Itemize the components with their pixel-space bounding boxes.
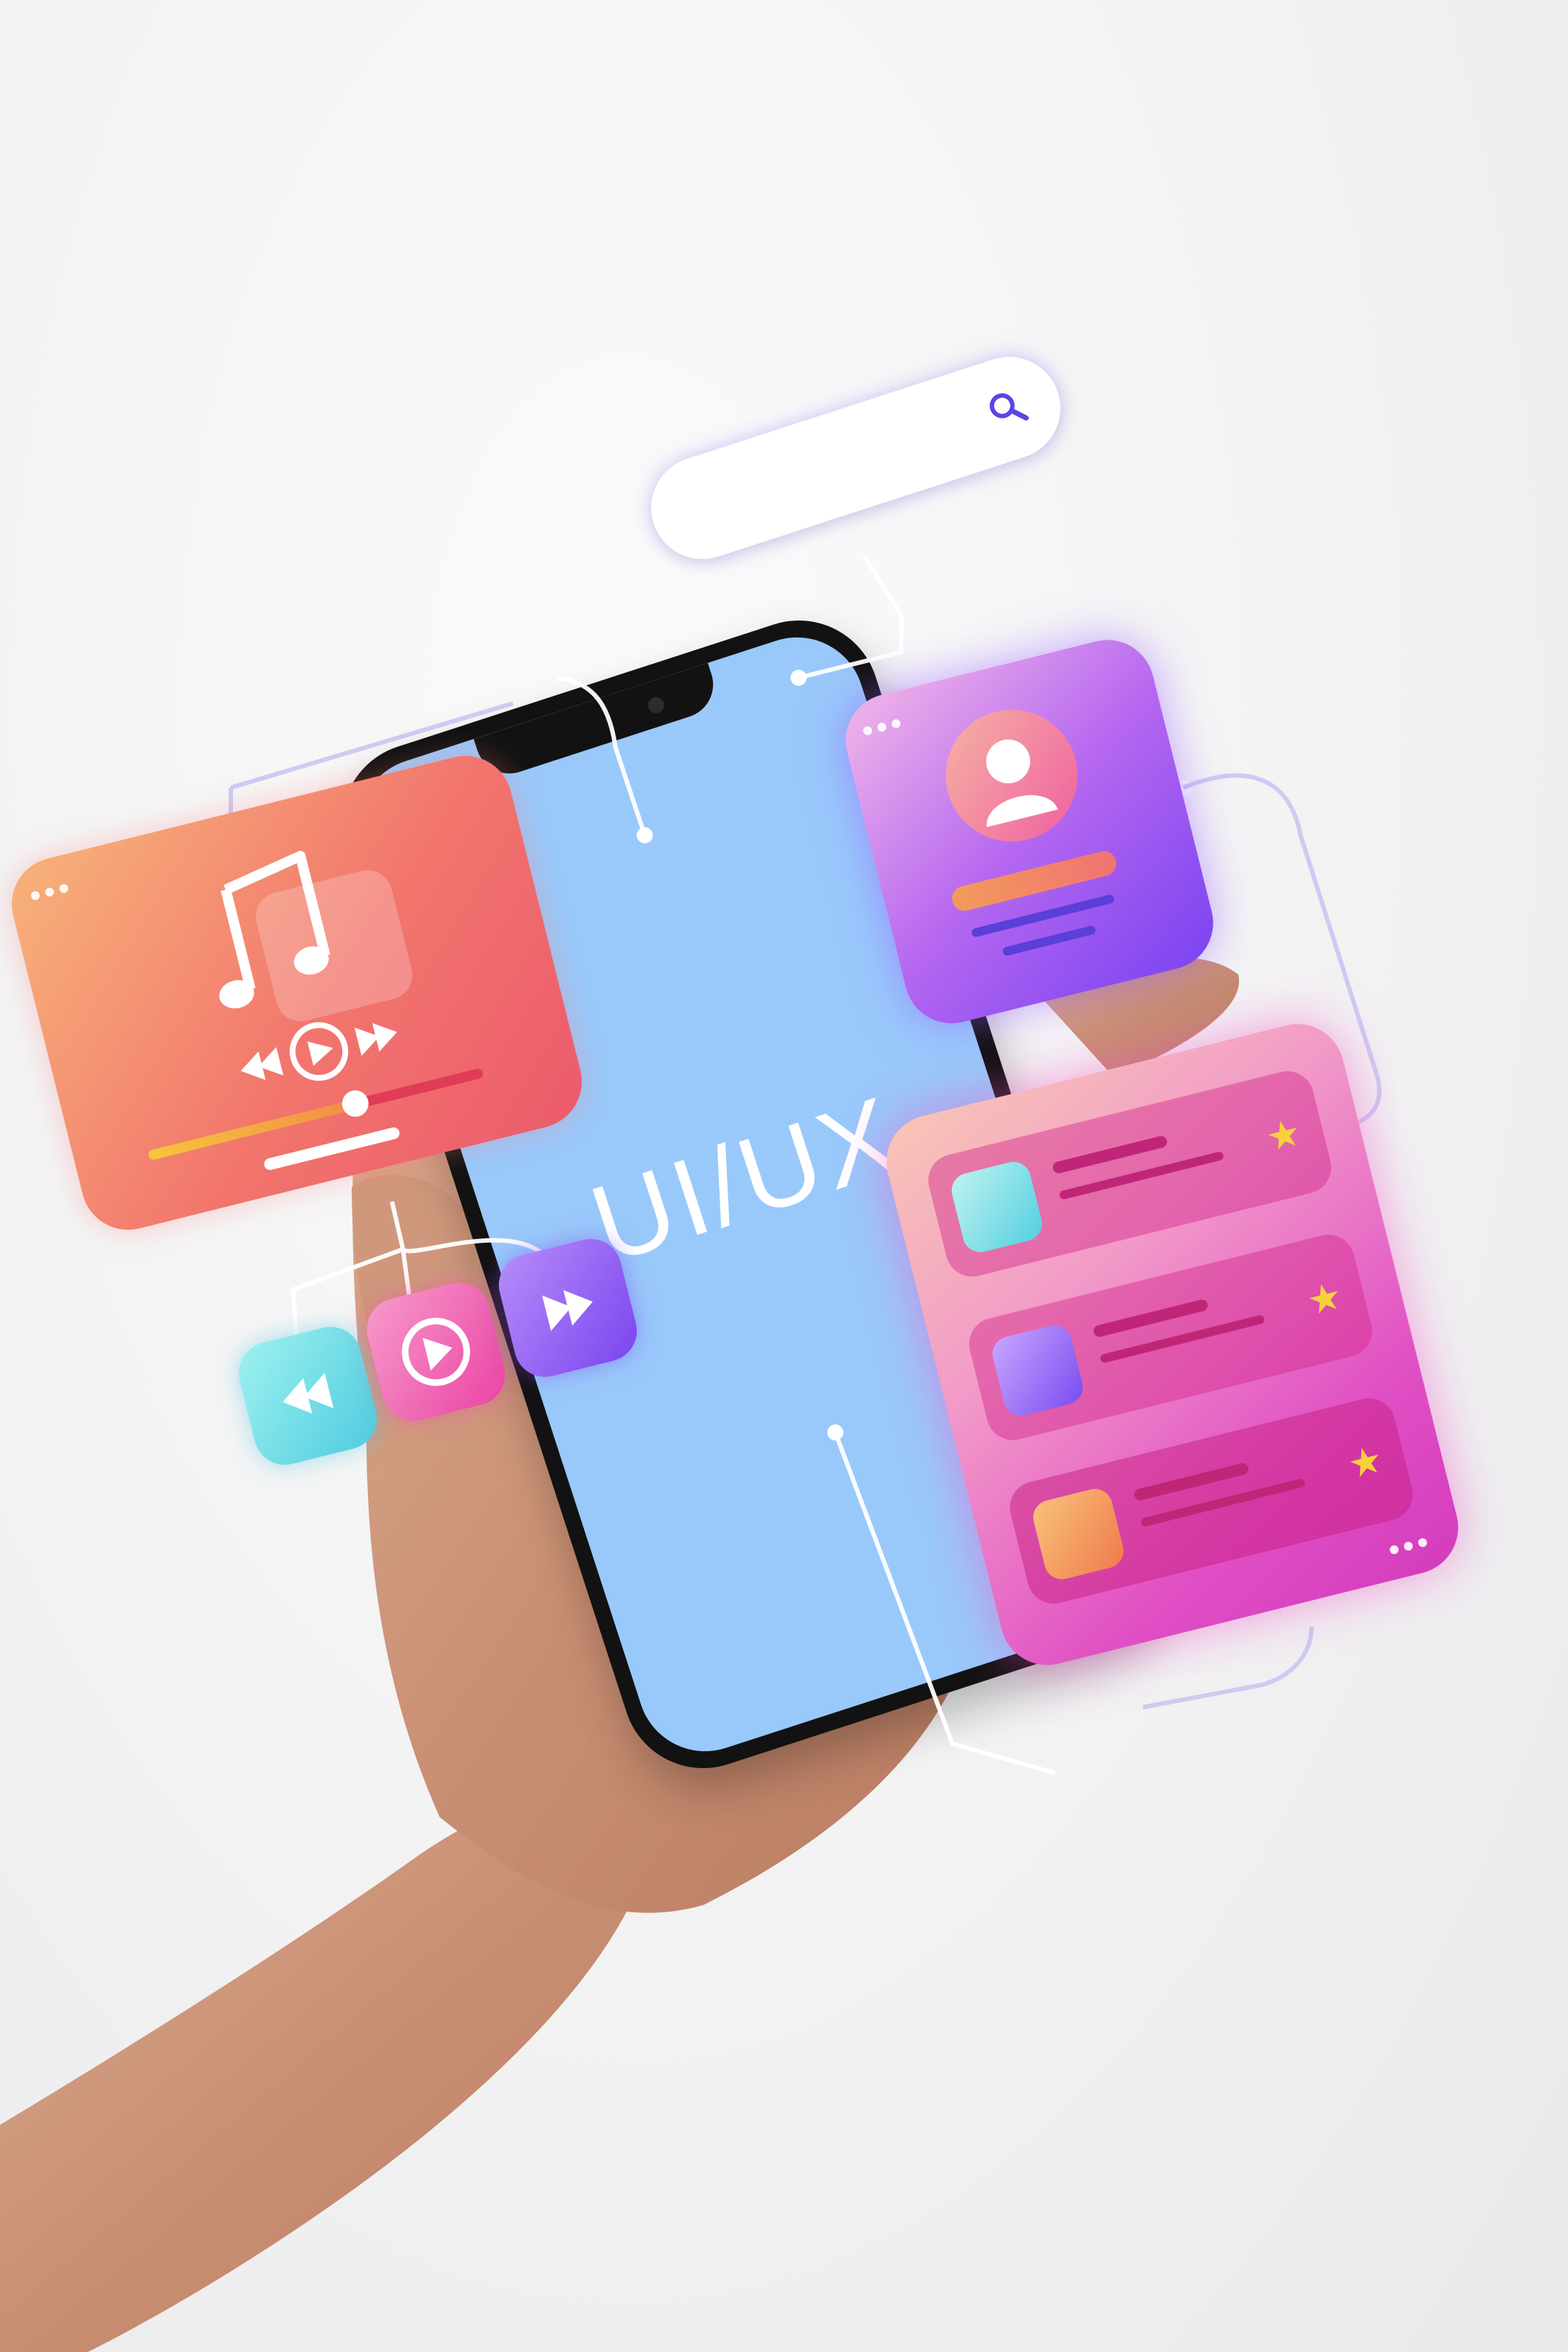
profile-detail-line — [1002, 925, 1097, 957]
user-icon — [1029, 1485, 1128, 1583]
user-icon — [947, 1158, 1046, 1257]
window-dots — [862, 715, 908, 739]
user-icon — [985, 739, 1058, 827]
star-icon[interactable]: ★ — [1262, 1110, 1306, 1161]
user-icon — [988, 1321, 1087, 1420]
star-icon[interactable]: ★ — [1344, 1437, 1388, 1487]
avatar — [931, 695, 1092, 856]
window-dots — [29, 880, 75, 904]
play-icon — [289, 1022, 349, 1081]
pagination-dots — [1388, 1534, 1435, 1558]
fast-forward-icon — [354, 1023, 397, 1057]
progress-handle[interactable] — [339, 1087, 372, 1120]
track-title-line — [262, 1125, 402, 1172]
rewind-icon — [240, 1046, 284, 1080]
scene: UI/UX ★ ★ ★ — [0, 0, 1568, 2352]
star-icon[interactable]: ★ — [1303, 1273, 1347, 1324]
